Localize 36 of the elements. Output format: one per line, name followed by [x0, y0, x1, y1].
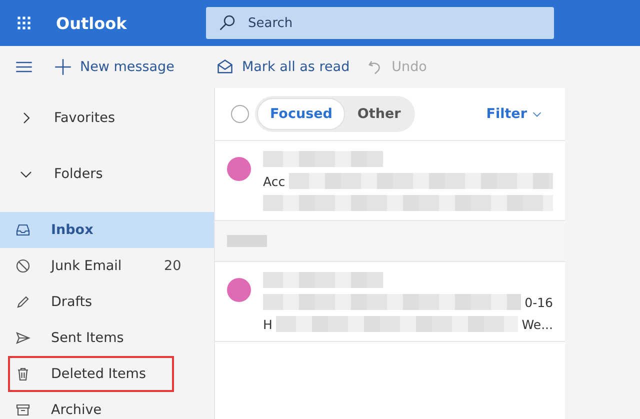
avatar — [227, 278, 251, 302]
archive-icon — [15, 402, 31, 418]
app-title: Outlook — [56, 14, 128, 32]
folder-item[interactable]: Archive — [0, 392, 214, 419]
unread-count: 20 — [164, 258, 182, 274]
folder-item[interactable]: Inbox — [0, 212, 214, 248]
folder-item[interactable]: Deleted Items — [0, 356, 214, 392]
select-all-checkbox[interactable] — [231, 105, 249, 123]
message-item[interactable]: Acc — [215, 141, 565, 221]
plus-icon — [54, 58, 72, 76]
pencil-icon — [15, 294, 31, 310]
blurred-text — [227, 235, 267, 247]
message-sender: Acc — [263, 174, 286, 188]
envelope-icon — [216, 58, 234, 76]
pivot-tab[interactable]: Other — [345, 98, 413, 130]
avatar — [227, 157, 251, 181]
search-field[interactable]: Search — [206, 7, 554, 39]
filter-button[interactable]: Filter — [480, 105, 549, 123]
app-launcher-icon — [16, 15, 32, 31]
section-toggle[interactable]: Favorites — [0, 100, 214, 136]
pivot-tab[interactable]: Focused — [257, 98, 346, 130]
message-item[interactable]: 0-16 H We... — [215, 262, 565, 342]
folder-item[interactable]: Sent Items — [0, 320, 214, 356]
mark-read-button[interactable]: Mark all as read — [212, 54, 354, 80]
send-icon — [15, 330, 31, 346]
blocked-icon — [15, 258, 31, 274]
new-message-button[interactable]: New message — [50, 54, 212, 80]
folder-item[interactable]: Junk Email 20 — [0, 248, 214, 284]
search-icon — [218, 14, 236, 32]
folder-item[interactable]: Drafts — [0, 284, 214, 320]
inbox-icon — [15, 222, 31, 238]
message-date: 0-16 — [524, 294, 553, 310]
section-toggle[interactable]: Folders — [0, 156, 214, 192]
trash-icon — [15, 366, 31, 382]
message-preview-end: We... — [522, 316, 553, 332]
message-preview: H — [263, 316, 272, 332]
